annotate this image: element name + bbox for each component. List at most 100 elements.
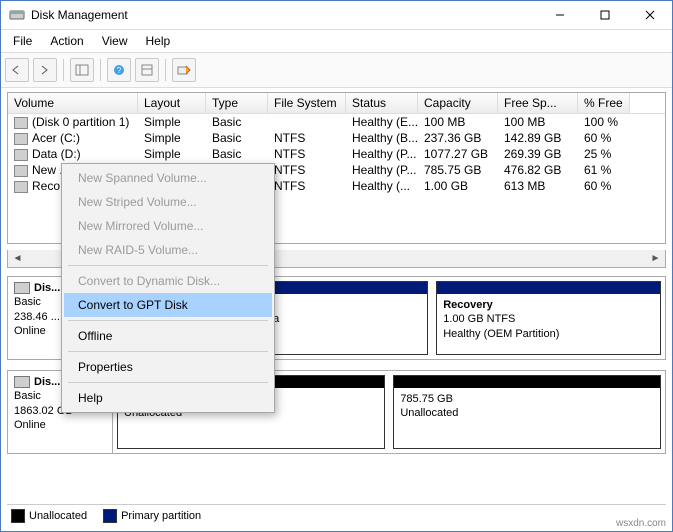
window-title: Disk Management [31,8,537,22]
app-icon [9,7,25,23]
context-menu-item[interactable]: Convert to GPT Disk [64,293,272,317]
cell-free: 269.39 GB [498,146,578,162]
col-pct[interactable]: % Free [578,93,630,113]
disk-name: Dis... [34,375,60,389]
partition[interactable]: 785.75 GBUnallocated [393,375,661,449]
cell-pct: 100 % [578,114,630,130]
menu-view[interactable]: View [94,32,136,50]
cell-free: 142.89 GB [498,130,578,146]
cell-layout: Simple [138,146,206,162]
toolbar-separator [100,59,101,81]
legend-primary: Primary partition [103,509,201,531]
partition-line2: Healthy (OEM Partition) [443,327,654,341]
cell-capacity: 100 MB [418,114,498,130]
volume-name-cell: Data (D:) [8,146,138,162]
cell-pct: 60 % [578,178,630,194]
menubar: File Action View Help [1,30,672,53]
cell-capacity: 785.75 GB [418,162,498,178]
window-controls [537,1,672,29]
cell-status: Healthy (B... [346,130,418,146]
cell-fs [268,114,346,130]
context-menu-separator [68,351,268,352]
partition[interactable]: Recovery1.00 GB NTFSHealthy (OEM Partiti… [436,281,661,355]
actions-button[interactable] [172,58,196,82]
context-menu-item: New RAID-5 Volume... [64,238,272,262]
help-button[interactable]: ? [107,58,131,82]
cell-fs: NTFS [268,146,346,162]
context-menu-item: Convert to Dynamic Disk... [64,269,272,293]
context-menu-item[interactable]: Offline [64,324,272,348]
cell-type: Basic [206,130,268,146]
disk-icon [14,282,30,294]
context-menu-item: New Spanned Volume... [64,166,272,190]
watermark: wsxdn.com [616,518,666,529]
legend-primary-label: Primary partition [121,510,201,522]
swatch-primary [103,509,117,523]
cell-fs: NTFS [268,162,346,178]
context-menu-separator [68,382,268,383]
back-button[interactable] [5,58,29,82]
partition-line1: 785.75 GB [400,392,654,406]
partition-line2: Unallocated [400,406,654,420]
disk-state: Online [14,418,106,432]
col-layout[interactable]: Layout [138,93,206,113]
menu-file[interactable]: File [5,32,40,50]
cell-pct: 61 % [578,162,630,178]
cell-free: 613 MB [498,178,578,194]
menu-help[interactable]: Help [138,32,179,50]
context-menu-item: New Striped Volume... [64,190,272,214]
legend-unallocated-label: Unallocated [29,510,87,522]
cell-status: Healthy (E... [346,114,418,130]
col-volume[interactable]: Volume [8,93,138,113]
cell-free: 100 MB [498,114,578,130]
toolbar-separator [165,59,166,81]
close-button[interactable] [627,1,672,29]
cell-capacity: 1.00 GB [418,178,498,194]
volume-row[interactable]: (Disk 0 partition 1)SimpleBasicHealthy (… [8,114,665,130]
context-menu-item[interactable]: Help [64,386,272,410]
scroll-left-icon[interactable]: ◄ [10,252,25,265]
volume-icon [14,133,28,145]
refresh-button[interactable] [135,58,159,82]
show-hide-console-tree-button[interactable] [70,58,94,82]
volume-icon [14,165,28,177]
partition-stripe [394,376,660,388]
col-filesystem[interactable]: File System [268,93,346,113]
cell-status: Healthy (P... [346,146,418,162]
context-menu[interactable]: New Spanned Volume...New Striped Volume.… [61,163,275,413]
cell-status: Healthy (P... [346,162,418,178]
toolbar-separator [63,59,64,81]
toolbar: ? [1,53,672,88]
partition-line1: 1.00 GB NTFS [443,312,654,326]
svg-text:?: ? [117,66,122,75]
col-free[interactable]: Free Sp... [498,93,578,113]
scroll-right-icon[interactable]: ► [648,252,663,265]
cell-type: Basic [206,114,268,130]
cell-layout: Simple [138,130,206,146]
partition-title: Recovery [443,298,654,312]
cell-fs: NTFS [268,130,346,146]
cell-fs: NTFS [268,178,346,194]
context-menu-item[interactable]: Properties [64,355,272,379]
volume-icon [14,117,28,129]
disk-icon [14,376,30,388]
disk-name: Dis... [34,281,60,295]
legend: Unallocated Primary partition [7,504,666,531]
volume-icon [14,181,28,193]
col-type[interactable]: Type [206,93,268,113]
col-capacity[interactable]: Capacity [418,93,498,113]
forward-button[interactable] [33,58,57,82]
window-frame: Disk Management File Action View Help ? … [0,0,673,532]
volume-icon [14,149,28,161]
volume-row[interactable]: Data (D:)SimpleBasicNTFSHealthy (P...107… [8,146,665,162]
legend-unallocated: Unallocated [11,509,87,531]
maximize-button[interactable] [582,1,627,29]
volume-name-cell: Acer (C:) [8,130,138,146]
cell-capacity: 1077.27 GB [418,146,498,162]
col-status[interactable]: Status [346,93,418,113]
menu-action[interactable]: Action [42,32,91,50]
cell-layout: Simple [138,114,206,130]
cell-status: Healthy (... [346,178,418,194]
volume-row[interactable]: Acer (C:)SimpleBasicNTFSHealthy (B...237… [8,130,665,146]
minimize-button[interactable] [537,1,582,29]
